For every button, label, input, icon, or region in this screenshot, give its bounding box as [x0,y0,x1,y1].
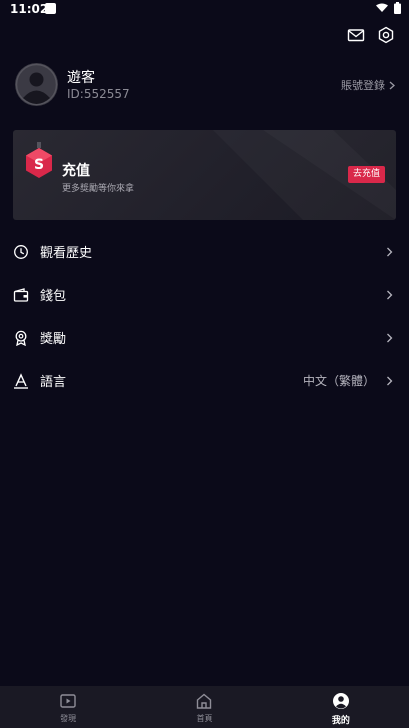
nav-item-profile[interactable]: 我的 [273,686,409,728]
wallet-icon [13,287,29,302]
username: 遊客 [67,70,95,86]
avatar[interactable] [15,63,58,106]
account-login-link[interactable]: 賬號登錄 [341,77,395,93]
status-bar: 11:02 [0,0,409,18]
nav-label: 發現 [60,714,77,723]
home-icon [197,693,212,709]
recharge-badge-icon: S [26,142,52,178]
battery-icon [394,2,401,14]
chevron-right-icon [387,333,393,342]
recharge-card[interactable]: S 充值 更多獎勵等你來拿 去充值 [13,130,396,220]
recharge-title: 充值 [62,163,90,179]
menu-label: 語言 [40,375,67,390]
menu-list: 觀看歷史 錢包 獎勵 語言 中文（繁體） [0,230,409,402]
discover-icon [60,694,76,708]
status-icons [376,2,401,14]
settings-icon[interactable] [377,26,395,44]
language-value: 中文（繁體） [302,374,375,388]
notification-icon [45,3,56,14]
nav-item-home[interactable]: 首頁 [136,686,272,728]
recharge-button[interactable]: 去充值 [347,166,385,183]
wifi-icon [376,3,388,12]
menu-label: 獎勵 [40,332,67,347]
top-actions [347,26,395,44]
menu-item-watch-history[interactable]: 觀看歷史 [0,230,409,273]
chevron-right-icon [387,376,393,385]
language-icon [14,372,28,389]
menu-item-wallet[interactable]: 錢包 [0,273,409,316]
avatar-placeholder-icon [15,63,58,106]
chevron-right-icon [387,290,393,299]
chevron-right-icon [389,81,395,89]
menu-item-rewards[interactable]: 獎勵 [0,316,409,359]
nav-label: 首頁 [196,714,213,723]
menu-label: 錢包 [40,289,67,304]
menu-item-language[interactable]: 語言 中文（繁體） [0,359,409,402]
reward-icon [15,330,27,346]
mail-icon[interactable] [347,26,365,44]
profile-icon [332,693,349,709]
badge-letter: S [34,157,44,173]
account-login-label: 賬號登錄 [341,79,385,92]
user-id: ID:552557 [67,87,130,101]
status-time: 11:02 [10,2,49,16]
nav-label: 我的 [331,716,350,726]
menu-label: 觀看歷史 [40,246,93,261]
nav-item-discover[interactable]: 發現 [0,686,136,728]
chevron-right-icon [387,247,393,256]
bottom-nav: 發現 首頁 我的 [0,686,409,728]
recharge-subtitle: 更多獎勵等你來拿 [62,184,135,194]
profile-section[interactable]: 遊客 ID:552557 賬號登錄 [15,63,395,107]
history-icon [14,244,28,259]
